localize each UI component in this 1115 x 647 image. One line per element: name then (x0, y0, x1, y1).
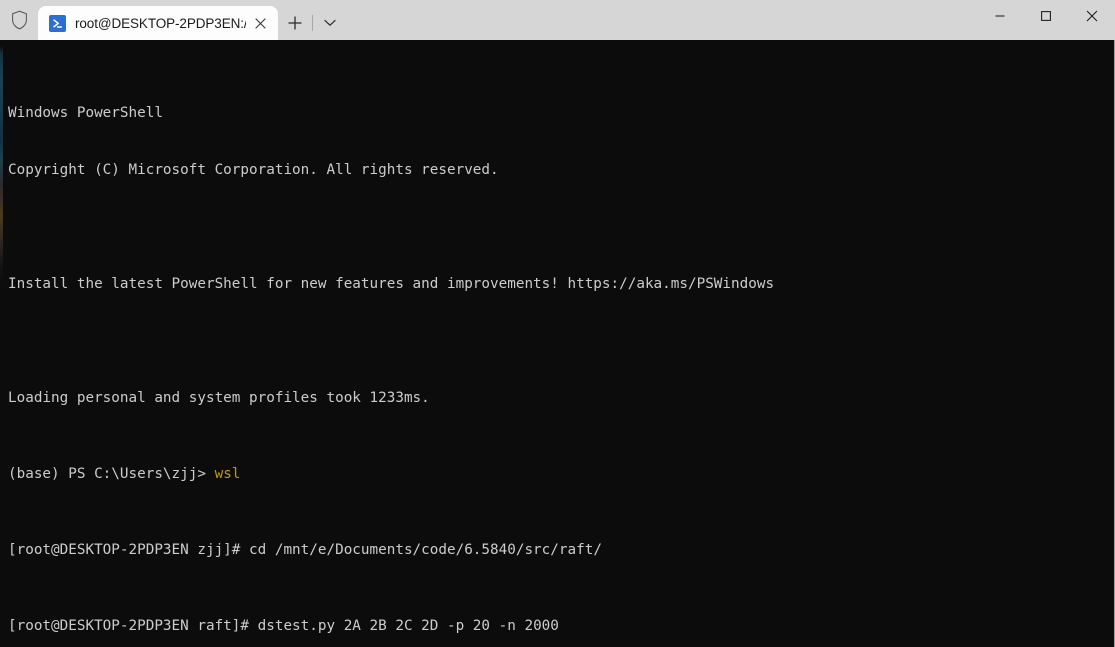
shield-icon (0, 0, 38, 40)
minimize-button[interactable] (977, 0, 1023, 32)
terminal-accent-stripe (0, 40, 3, 647)
title-bar: root@DESKTOP-2PDP3EN:/m (0, 0, 1115, 40)
tab-title: root@DESKTOP-2PDP3EN:/m (75, 15, 246, 31)
window-controls (977, 0, 1115, 40)
command-text: dstest.py 2A 2B 2C 2D -p 20 -n 2000 (257, 618, 559, 634)
command-text: cd /mnt/e/Documents/code/6.5840/src/raft… (249, 542, 602, 558)
terminal-content[interactable]: Windows PowerShell Copyright (C) Microso… (0, 40, 1115, 647)
prompt-line-dstest: [root@DESKTOP-2PDP3EN raft]# dstest.py 2… (8, 617, 1115, 636)
terminal-window: root@DESKTOP-2PDP3EN:/m Windows PowerShe… (0, 0, 1115, 647)
chevron-down-icon[interactable] (313, 6, 347, 40)
tab-root-desktop[interactable]: root@DESKTOP-2PDP3EN:/m (38, 6, 278, 40)
tab-strip: root@DESKTOP-2PDP3EN:/m (38, 0, 977, 40)
maximize-button[interactable] (1023, 0, 1069, 32)
console-output: Windows PowerShell Copyright (C) Microso… (8, 47, 1115, 647)
prompt-text: [root@DESKTOP-2PDP3EN raft]# (8, 618, 258, 634)
command-text: wsl (214, 466, 241, 482)
powershell-icon (49, 14, 66, 32)
prompt-line-cd: [root@DESKTOP-2PDP3EN zjj]# cd /mnt/e/Do… (8, 541, 1115, 560)
output-line-install-hint: Install the latest PowerShell for new fe… (8, 276, 775, 292)
new-tab-button[interactable] (278, 6, 312, 40)
tab-close-icon[interactable] (246, 10, 274, 36)
prompt-text: [root@DESKTOP-2PDP3EN zjj]# (8, 542, 250, 558)
prompt-text: (base) PS C:\Users\zjj> (8, 466, 215, 482)
prompt-line-wsl: (base) PS C:\Users\zjj> wsl (8, 465, 1115, 484)
output-line: Windows PowerShell (8, 105, 163, 121)
output-line: Copyright (C) Microsoft Corporation. All… (8, 162, 499, 178)
output-line-profiles: Loading personal and system profiles too… (8, 390, 430, 406)
close-button[interactable] (1069, 0, 1115, 32)
new-tab-zone (278, 6, 347, 40)
